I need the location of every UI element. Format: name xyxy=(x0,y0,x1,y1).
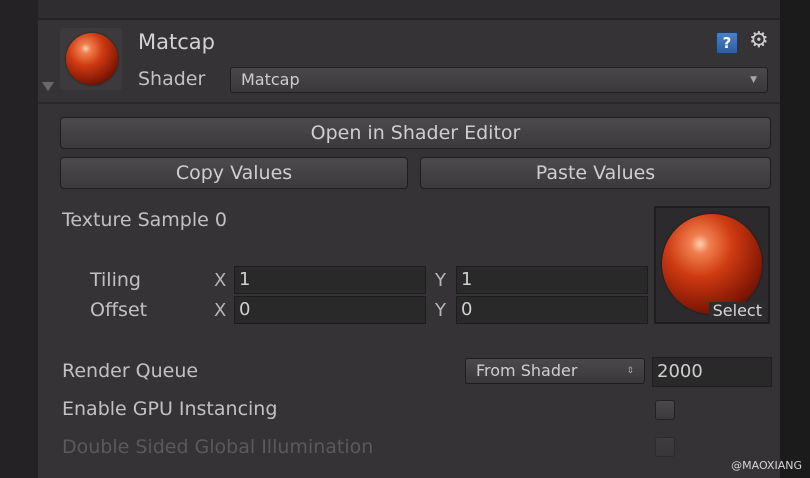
tiling-y-field[interactable]: 1 xyxy=(456,266,648,294)
scrollbar-track[interactable] xyxy=(780,0,810,478)
material-title: Matcap xyxy=(138,30,215,54)
help-icon[interactable]: ? xyxy=(716,32,738,54)
double-sided-gi-checkbox xyxy=(655,437,675,457)
texture-select-button[interactable]: Select xyxy=(708,302,766,320)
gpu-instancing-checkbox[interactable] xyxy=(655,400,675,420)
open-shader-editor-button[interactable]: Open in Shader Editor xyxy=(60,117,771,149)
double-sided-gi-label: Double Sided Global Illumination xyxy=(62,436,374,458)
offset-x-field[interactable]: 0 xyxy=(234,296,426,324)
tiling-label: Tiling xyxy=(90,269,141,291)
gpu-instancing-label: Enable GPU Instancing xyxy=(62,398,278,420)
tiling-x-field[interactable]: 1 xyxy=(234,266,426,294)
offset-x-axis-label: X xyxy=(214,300,227,321)
matcap-texture-thumbnail xyxy=(662,214,762,314)
updown-arrow-icon: ⇕ xyxy=(626,366,634,376)
shader-dropdown[interactable]: Matcap ▼ xyxy=(230,67,768,93)
texture-label: Texture Sample 0 xyxy=(62,209,227,231)
offset-y-axis-label: Y xyxy=(435,300,446,321)
header-divider xyxy=(38,102,780,104)
material-preview xyxy=(60,28,122,90)
tiling-x-axis-label: X xyxy=(214,270,227,291)
dropdown-arrow-icon: ▼ xyxy=(750,75,757,85)
watermark: @MAOXIANG xyxy=(731,459,802,472)
offset-label: Offset xyxy=(90,299,148,321)
tiling-y-axis-label: Y xyxy=(435,270,446,291)
texture-slot[interactable]: Select xyxy=(654,206,770,324)
render-queue-dropdown[interactable]: From Shader ⇕ xyxy=(465,358,645,384)
copy-values-button[interactable]: Copy Values xyxy=(60,157,408,189)
offset-y-field[interactable]: 0 xyxy=(456,296,648,324)
render-queue-value-field[interactable]: 2000 xyxy=(652,357,772,387)
inspector-panel: Matcap ? ⚙ Shader Matcap ▼ Open in Shade… xyxy=(38,0,780,478)
render-queue-mode: From Shader xyxy=(476,361,578,380)
left-edge xyxy=(0,0,38,478)
gear-icon[interactable]: ⚙ xyxy=(749,28,769,53)
shader-label: Shader xyxy=(138,68,206,90)
previous-component-bar xyxy=(38,0,780,20)
paste-values-button[interactable]: Paste Values xyxy=(420,157,771,189)
render-queue-label: Render Queue xyxy=(62,360,199,382)
shader-dropdown-value: Matcap xyxy=(241,70,300,89)
foldout-arrow-icon[interactable] xyxy=(42,82,54,91)
sphere-preview-icon xyxy=(66,33,118,85)
